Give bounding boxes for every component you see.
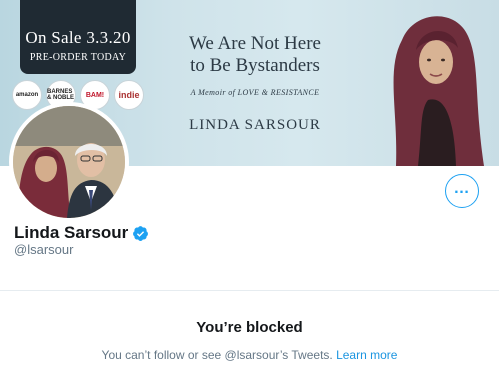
more-options-button[interactable]: …: [445, 174, 479, 208]
learn-more-link[interactable]: Learn more: [336, 348, 397, 362]
preorder-text: PRE-ORDER TODAY: [29, 52, 127, 63]
more-options-icon: …: [453, 179, 471, 197]
book-title-line2: to Be Bystanders: [190, 55, 320, 76]
verified-badge-icon: [133, 225, 149, 241]
section-divider: [0, 290, 499, 291]
amazon-logo: amazon: [12, 80, 42, 110]
blocked-description: You can’t follow or see @lsarsour’s Twee…: [0, 348, 499, 362]
blocked-description-text: You can’t follow or see @lsarsour’s Twee…: [101, 348, 333, 362]
profile-handle: @lsarsour: [14, 242, 74, 257]
avatar[interactable]: [9, 102, 129, 222]
book-subtitle: A Memoir of LOVE & RESISTANCE: [190, 88, 320, 97]
blocked-title: You’re blocked: [196, 319, 303, 336]
book-title: We Are Not Here to Be Bystanders: [160, 33, 350, 77]
author-photo-illustration: [393, 16, 484, 166]
profile-display-name: Linda Sarsour: [14, 223, 149, 243]
avatar-photo: [13, 106, 125, 218]
display-name-text: Linda Sarsour: [14, 223, 129, 242]
book-title-line1: We Are Not Here: [189, 33, 321, 54]
indie-bookstore-logo: indie: [114, 80, 144, 110]
on-sale-box: On Sale 3.3.20 PRE-ORDER TODAY: [20, 0, 136, 74]
book-author: LINDA SARSOUR: [189, 117, 321, 133]
sale-date-text: On Sale 3.3.20: [25, 28, 131, 47]
